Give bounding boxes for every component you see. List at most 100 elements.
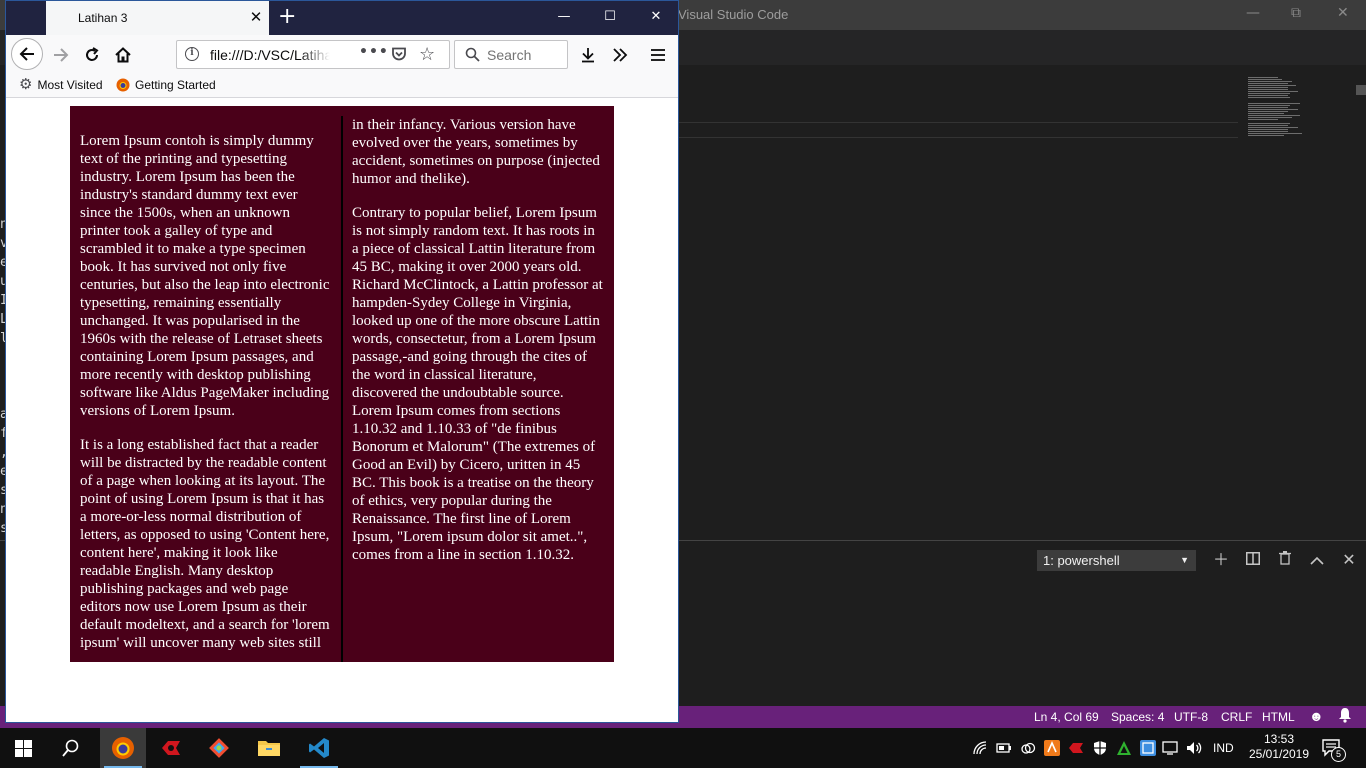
network-icon[interactable] <box>972 740 988 756</box>
volume-icon[interactable] <box>1186 740 1202 756</box>
app-icon <box>162 741 180 755</box>
page-actions-icon[interactable]: ••• <box>359 44 389 60</box>
new-terminal-icon[interactable]: ＋ <box>1211 550 1231 570</box>
info-icon[interactable]: i <box>185 47 199 61</box>
bookmark-most-visited[interactable]: ⚙ Most Visited <box>19 76 103 93</box>
minimap-line <box>1248 85 1296 86</box>
clock[interactable]: 13:53 25/01/2019 <box>1246 732 1312 762</box>
search-field[interactable]: Search <box>454 40 568 69</box>
page-content: Lorem Ipsum contoh is simply dummy text … <box>6 98 678 722</box>
tab-latihan-3[interactable]: Latihan 3 ✕ <box>46 1 269 35</box>
editor-scrollbar[interactable] <box>1356 85 1366 95</box>
bookmark-label: Getting Started <box>135 78 216 92</box>
minimap-line <box>1248 133 1302 134</box>
bell-icon[interactable] <box>1338 707 1352 726</box>
minimap[interactable] <box>1236 65 1356 155</box>
editor-line-highlight <box>678 137 1238 138</box>
minimap-line <box>1248 125 1288 126</box>
action-center-button[interactable]: 5 <box>1322 738 1346 762</box>
shield-icon[interactable] <box>1092 740 1108 756</box>
taskbar-app-red[interactable] <box>148 728 194 768</box>
minimap-line <box>1248 107 1288 108</box>
battery-icon[interactable] <box>996 740 1012 756</box>
status-encoding[interactable]: UTF-8 <box>1174 710 1208 724</box>
firefox-minimize-button[interactable]: — <box>554 9 574 24</box>
maximize-panel-icon[interactable] <box>1307 550 1327 570</box>
minimap-line <box>1248 113 1284 114</box>
taskbar-file-explorer[interactable] <box>246 728 292 768</box>
minimap-line <box>1248 135 1284 136</box>
vscode-restore-button[interactable]: ⧉ <box>1291 5 1301 21</box>
minimap-line <box>1248 97 1290 98</box>
overflow-button[interactable] <box>605 39 635 71</box>
taskbar-search-button[interactable] <box>48 728 94 768</box>
firefox-maximize-button[interactable]: ☐ <box>600 9 620 24</box>
bookmark-label: Most Visited <box>37 78 103 92</box>
taskbar-search-icon <box>62 739 79 757</box>
minimap-line <box>1248 119 1278 120</box>
menu-button[interactable] <box>643 39 673 71</box>
minimap-line <box>1248 77 1278 78</box>
hamburger-menu-icon <box>651 49 665 61</box>
minimap-line <box>1248 87 1288 88</box>
minimap-line <box>1248 123 1290 124</box>
orange-app-icon[interactable] <box>1044 740 1060 756</box>
minimap-line <box>1248 95 1288 96</box>
tab-title: Latihan 3 <box>78 11 128 25</box>
git-app-icon <box>209 738 229 758</box>
bookmark-star-icon[interactable]: ☆ <box>419 44 435 65</box>
back-button[interactable] <box>11 38 43 70</box>
firefox-close-button[interactable]: ✕ <box>646 9 666 24</box>
minimap-line <box>1248 115 1300 116</box>
vscode-minimize-button[interactable]: — <box>1246 5 1260 21</box>
input-language[interactable]: IND <box>1213 741 1234 755</box>
blue-app-icon[interactable] <box>1140 740 1156 756</box>
minimap-line <box>1248 81 1292 82</box>
firefox-icon <box>112 737 134 759</box>
pocket-icon[interactable] <box>391 47 407 66</box>
start-button[interactable] <box>0 728 46 768</box>
close-panel-icon[interactable]: ✕ <box>1339 550 1359 570</box>
split-terminal-icon[interactable] <box>1243 550 1263 570</box>
firefox-navbar: i file:///D:/VSC/Latihan ••• ☆ Search <box>6 35 678 75</box>
minimap-line <box>1248 83 1288 84</box>
cloud-icon[interactable] <box>1020 740 1036 756</box>
forward-arrow-icon <box>54 48 69 62</box>
status-position[interactable]: Ln 4, Col 69 <box>1034 710 1099 724</box>
notification-count-badge: 5 <box>1331 747 1346 762</box>
firefox-titlebar: Latihan 3 ✕ + — ☐ ✕ <box>6 1 678 35</box>
minimap-line <box>1248 129 1288 130</box>
status-eol[interactable]: CRLF <box>1221 710 1252 724</box>
overflow-chevron-icon <box>613 48 628 62</box>
green-triangle-icon[interactable] <box>1116 740 1132 756</box>
trash-icon[interactable] <box>1275 550 1295 570</box>
gear-icon: ⚙ <box>19 76 33 93</box>
minimap-line <box>1248 91 1298 92</box>
url-bar[interactable]: i file:///D:/VSC/Latihan ••• ☆ <box>176 40 450 69</box>
downloads-button[interactable] <box>573 39 603 71</box>
reload-icon <box>86 47 99 61</box>
article-paragraph: Lorem Ipsum contoh is simply dummy text … <box>80 133 330 419</box>
taskbar-vscode[interactable] <box>296 728 342 768</box>
back-arrow-icon <box>19 47 34 61</box>
status-language[interactable]: HTML <box>1262 710 1295 724</box>
home-button[interactable] <box>108 39 138 71</box>
folder-icon <box>258 741 280 756</box>
smiley-feedback-icon[interactable]: ☻ <box>1309 708 1324 724</box>
reload-button[interactable] <box>77 39 107 71</box>
taskbar-app-git[interactable] <box>196 728 242 768</box>
bookmark-getting-started[interactable]: Getting Started <box>116 78 216 92</box>
article-box: Lorem Ipsum contoh is simply dummy text … <box>70 106 614 662</box>
display-icon[interactable] <box>1162 740 1178 756</box>
status-spaces[interactable]: Spaces: 4 <box>1111 710 1164 724</box>
bookmarks-toolbar: ⚙ Most Visited Getting Started <box>6 75 678 98</box>
home-icon <box>115 47 131 63</box>
tab-close-icon[interactable]: ✕ <box>247 8 265 26</box>
terminal-select[interactable]: 1: powershell ▼ <box>1037 550 1196 571</box>
minimap-line <box>1248 111 1288 112</box>
taskbar-firefox[interactable] <box>100 728 146 768</box>
vscode-close-button[interactable]: ✕ <box>1337 5 1349 21</box>
new-tab-icon[interactable]: + <box>278 4 296 29</box>
forward-button[interactable] <box>46 39 76 71</box>
red-tray-app-icon[interactable] <box>1068 740 1084 756</box>
